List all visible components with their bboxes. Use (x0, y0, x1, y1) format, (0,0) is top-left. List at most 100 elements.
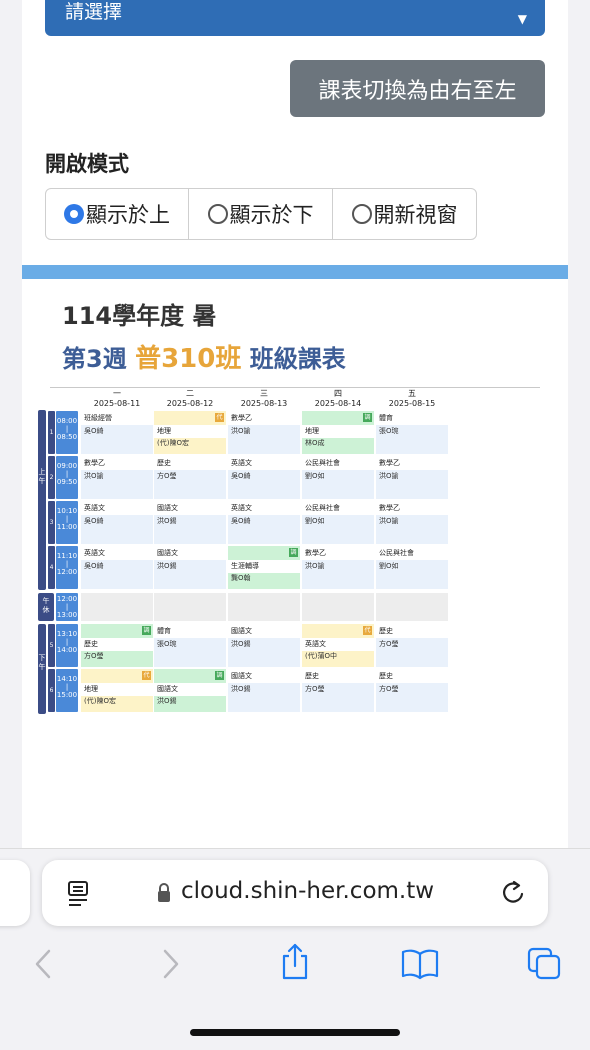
period-time-end: 15:00 (56, 691, 78, 699)
timetable-cell[interactable]: 地理 (代)陳O宏 代 (81, 669, 153, 712)
course-subject: 地理 (302, 425, 374, 438)
swap-badge: 調 (289, 548, 298, 557)
timetable-cell[interactable]: 英語文 吳O綺 (228, 501, 300, 544)
course-subject: 歷史 (154, 456, 226, 470)
period-time-start: 14:10 (56, 675, 78, 683)
course-teacher: (代)陳O宏 (157, 439, 189, 447)
timetable-cell[interactable]: 數學乙洪O諭 (376, 501, 448, 544)
timetable-cell[interactable]: 數學乙 洪O諭 (228, 411, 300, 454)
course-subject: 國語文 (154, 501, 226, 515)
timetable-label: 班級課表 (249, 345, 346, 373)
course-teacher: 方O瑩 (157, 472, 177, 480)
timetable-cell[interactable]: 公民與社會 劉O如 (376, 546, 448, 589)
back-icon[interactable] (32, 948, 54, 980)
timetable-cell[interactable]: 數學乙 洪O諭 (302, 546, 374, 589)
bookmarks-icon[interactable] (400, 948, 440, 980)
timetable-cell[interactable]: 英語文 吳O綺 (228, 456, 300, 499)
reader-icon[interactable] (66, 880, 92, 908)
timetable-cell[interactable]: 班級經營 吳O綺 (81, 411, 153, 454)
course-teacher: 洪O諭 (379, 472, 399, 480)
radio-show-above[interactable]: 顯示於上 (46, 189, 189, 239)
day-date: 2025-08-11 (93, 399, 141, 408)
day-name: 五 (408, 389, 416, 398)
timetable-cell[interactable]: 國語文 洪O錫 調 (154, 669, 226, 712)
timetable-cell[interactable]: 生涯輔導 龔O翰 調 (228, 546, 300, 589)
select-dropdown[interactable]: 請選擇 ▼ (45, 0, 545, 36)
caret-down-icon: ▼ (517, 12, 527, 26)
course-subject: 數學乙 (376, 456, 448, 470)
course-teacher: 洪O錫 (157, 517, 177, 525)
day-header: 四 2025-08-14 (302, 389, 374, 409)
timetable-cell[interactable]: 國語文 洪O錫 (228, 624, 300, 667)
period-time: 09:00 | 09:50 (56, 456, 78, 499)
period-time: 12:00 | 13:00 (56, 593, 78, 621)
day-date: 2025-08-15 (388, 399, 436, 408)
substitute-badge: 代 (215, 413, 224, 422)
course-teacher: 方O瑩 (379, 685, 399, 693)
course-teacher: 方O瑩 (305, 685, 325, 693)
day-date: 2025-08-13 (240, 399, 288, 408)
timetable-cell[interactable]: 地理 林O成 調 (302, 411, 374, 454)
timetable-cell[interactable]: 英語文 (代)蒲O中 代 (302, 624, 374, 667)
timetable-cell[interactable]: 數學乙洪O諭 (376, 456, 448, 499)
timetable-cell[interactable]: 數學乙 洪O諭 (81, 456, 153, 499)
course-subject: 歷史 (376, 669, 448, 683)
course-subject: 班級經營 (81, 411, 153, 425)
course-teacher: 洪O諭 (379, 517, 399, 525)
lunch-label: 午休 (38, 593, 54, 621)
day-header: 三 2025-08-13 (228, 389, 300, 409)
timetable-cell[interactable]: 體育 張O琬 (376, 411, 448, 454)
course-subject: 體育 (154, 624, 226, 638)
radio-new-window[interactable]: 開新視窗 (333, 189, 476, 239)
tabs-icon[interactable] (526, 946, 564, 982)
period-time-sep: | (65, 603, 69, 611)
timetable-cell[interactable]: 歷史 方O瑩 (376, 624, 448, 667)
share-icon[interactable] (278, 942, 312, 982)
forward-icon[interactable] (160, 948, 182, 980)
period-time-end: 14:00 (56, 646, 78, 654)
course-subject: 生涯輔導 (228, 560, 300, 573)
timetable-cell[interactable]: 地理 (代)陳O宏 代 (154, 411, 226, 454)
timetable-cell[interactable]: 英語文 吳O綺 (81, 546, 153, 589)
timetable-cell[interactable]: 國語文 洪O錫 (228, 669, 300, 712)
timetable-cell[interactable]: 公民與社會 劉O如 (302, 501, 374, 544)
timetable-cell[interactable]: 國語文 洪O錫 (154, 546, 226, 589)
timetable-cell[interactable]: 英語文吳O綺 (81, 501, 153, 544)
timetable-cell[interactable]: 體育張O琬 (154, 624, 226, 667)
url-text[interactable]: cloud.shin-her.com.tw (181, 878, 434, 904)
period-time-sep: | (65, 470, 69, 478)
lunch-cell (302, 593, 374, 621)
timetable-cell[interactable]: 歷史方O瑩 (376, 669, 448, 712)
switch-direction-button[interactable]: 課表切換為由右至左 (290, 60, 545, 117)
timetable-cell[interactable]: 歷史方O瑩 (154, 456, 226, 499)
course-teacher: 吳O綺 (84, 517, 104, 525)
course-teacher: 洪O錫 (157, 697, 177, 705)
timetable-cell[interactable]: 公民與社會 劉O如 (302, 456, 374, 499)
open-mode-label: 開啟模式 (45, 152, 129, 176)
reload-icon[interactable] (500, 878, 528, 908)
course-subject: 英語文 (228, 456, 300, 470)
period-time: 13:10 | 14:00 (56, 624, 78, 667)
course-subject: 數學乙 (228, 411, 300, 425)
substitute-badge: 代 (363, 626, 372, 635)
course-teacher: 林O成 (305, 439, 325, 447)
lunch-cell (228, 593, 300, 621)
course-teacher: 張O琬 (157, 640, 177, 648)
day-date: 2025-08-14 (314, 399, 362, 408)
course-teacher: 龔O翰 (231, 574, 251, 582)
previous-tab-card[interactable] (0, 860, 30, 926)
timetable-cell[interactable]: 國語文洪O錫 (154, 501, 226, 544)
course-teacher: 張O琬 (379, 427, 399, 435)
timetable-cell[interactable]: 歷史 方O瑩 調 (81, 624, 153, 667)
timetable-title-year: 114學年度 暑 (62, 302, 217, 330)
course-subject: 地理 (81, 683, 153, 696)
course-subject: 國語文 (154, 683, 226, 696)
radio-checked-icon (64, 204, 84, 224)
class-name: 普310班 (135, 344, 242, 374)
course-subject: 數學乙 (376, 501, 448, 515)
timetable-cell[interactable]: 歷史 方O瑩 (302, 669, 374, 712)
course-subject: 英語文 (81, 501, 153, 515)
radio-show-below[interactable]: 顯示於下 (189, 189, 333, 239)
course-subject: 公民與社會 (376, 546, 448, 560)
day-date: 2025-08-12 (166, 399, 214, 408)
